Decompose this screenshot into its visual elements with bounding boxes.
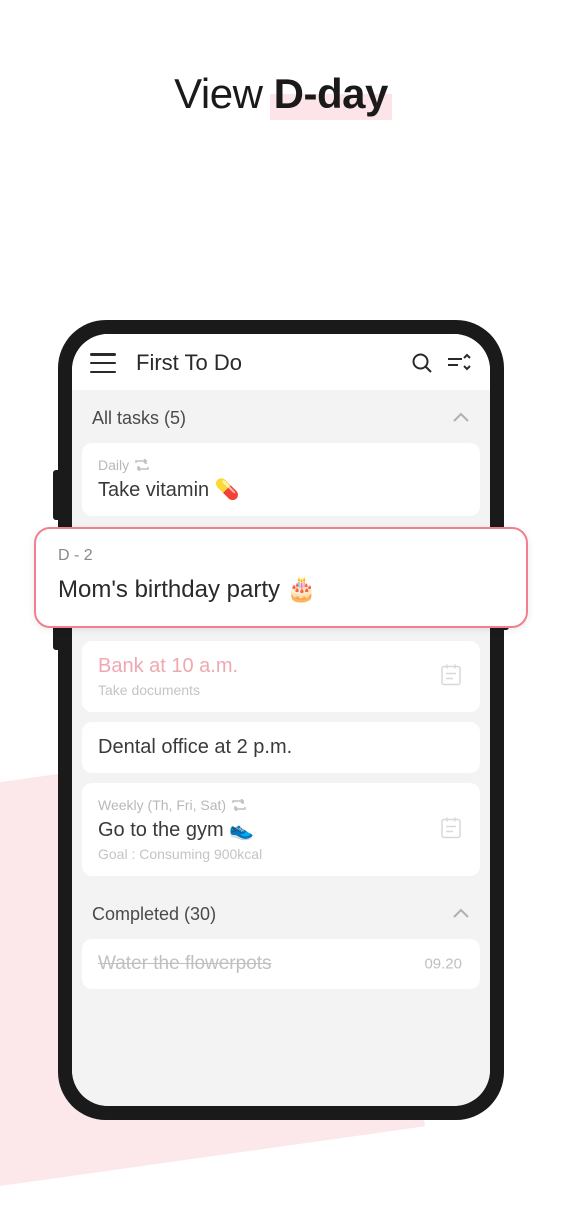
chevron-up-icon [452,408,470,429]
task-meta-label: Weekly (Th, Fri, Sat) [98,797,226,813]
section-completed[interactable]: Completed (30) [82,886,480,939]
task-title: Dental office at 2 p.m. [98,736,464,759]
promo-bold: D-day [274,70,388,118]
task-meta: Daily [98,457,464,473]
phone-frame: First To Do All tasks (5) [58,320,504,1120]
task-meta: D - 2 [58,547,504,565]
task-title: Go to the gym 👟 [98,817,464,842]
chevron-up-icon [452,904,470,925]
completed-date: 09.20 [424,956,462,973]
promo-prefix: View [174,70,273,117]
repeat-icon [135,459,149,471]
task-meta: Weekly (Th, Fri, Sat) [98,797,464,813]
menu-icon[interactable] [90,353,116,373]
app-title: First To Do [136,350,398,376]
note-icon [440,815,462,844]
task-title: Bank at 10 a.m. [98,655,464,678]
search-icon[interactable] [410,351,434,375]
task-card-completed[interactable]: Water the flowerpots 09.20 [82,939,480,989]
task-card[interactable]: Bank at 10 a.m. Take documents [82,641,480,712]
phone-screen: First To Do All tasks (5) [72,334,490,1106]
note-icon [440,662,462,691]
repeat-icon [232,799,246,811]
promo-title: View D-day [0,70,562,118]
task-title: Water the flowerpots [98,953,464,975]
task-title: Mom's birthday party 🎂 [58,575,504,604]
task-card[interactable]: Dental office at 2 p.m. [82,722,480,773]
app-body: All tasks (5) Daily Take vi [72,390,490,1106]
task-subtitle: Take documents [98,682,464,698]
task-subtitle: Goal : Consuming 900kcal [98,846,464,862]
app-header: First To Do [72,334,490,390]
highlighted-task-card[interactable]: D - 2 Mom's birthday party 🎂 [34,527,528,628]
task-card[interactable]: Weekly (Th, Fri, Sat) Go to the gym 👟 Go… [82,783,480,876]
section-label: Completed (30) [92,904,216,925]
section-all-tasks[interactable]: All tasks (5) [82,390,480,443]
task-meta-label: Daily [98,457,129,473]
task-card[interactable]: Daily Take vitamin 💊 [82,443,480,516]
phone-button [53,470,58,520]
section-label: All tasks (5) [92,408,186,429]
task-title: Take vitamin 💊 [98,477,464,502]
sort-icon[interactable] [446,351,472,375]
